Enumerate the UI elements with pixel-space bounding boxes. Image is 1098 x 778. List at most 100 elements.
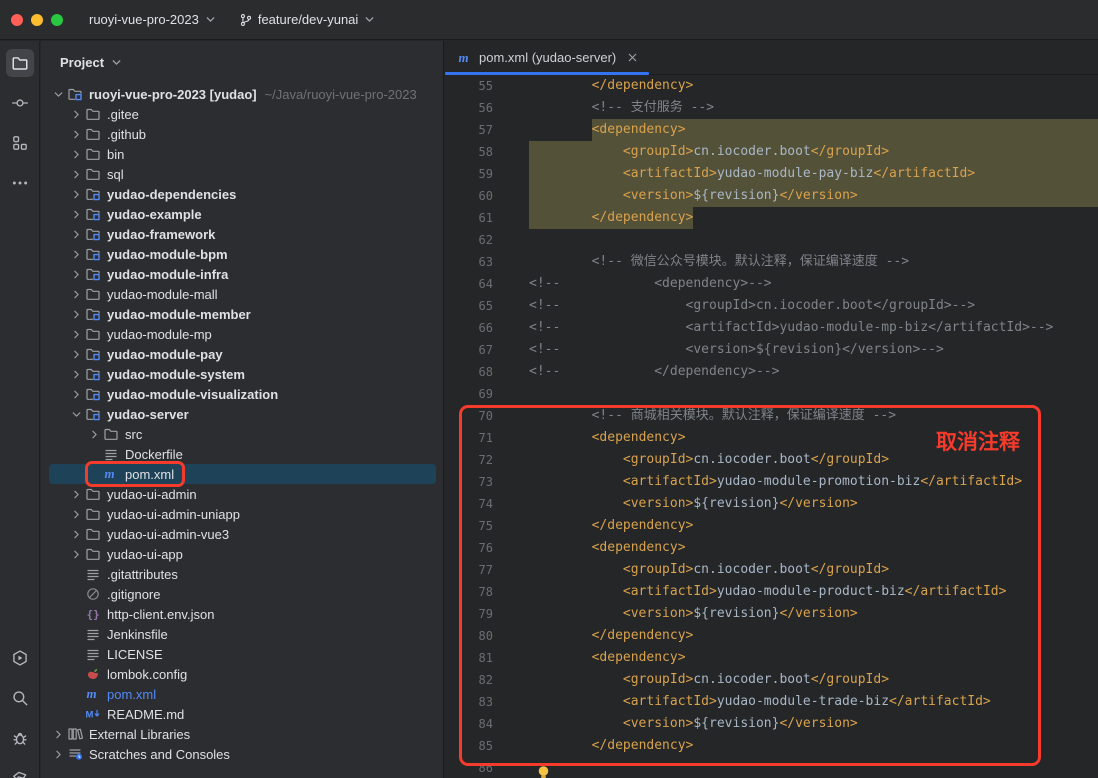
chevron-collapsed-icon[interactable]	[67, 306, 85, 322]
tree-item-sql[interactable]: sql	[49, 164, 436, 184]
tree-item-yudao-example[interactable]: yudao-example	[49, 204, 436, 224]
tree-item-gitattributes[interactable]: .gitattributes	[49, 564, 436, 584]
code-line-82[interactable]: 82<groupId>cn.iocoder.boot</groupId>	[445, 669, 1098, 691]
more-tools-button[interactable]	[6, 169, 34, 197]
tree-item-lombok-config[interactable]: lombok.config	[49, 664, 436, 684]
chevron-collapsed-icon[interactable]	[67, 186, 85, 202]
search-tool-button[interactable]	[6, 684, 34, 712]
code-line-60[interactable]: 60<version>${revision}</version>	[445, 185, 1098, 207]
tree-item-yudao-module-mall[interactable]: yudao-module-mall	[49, 284, 436, 304]
code-line-79[interactable]: 79<version>${revision}</version>	[445, 603, 1098, 625]
project-selector[interactable]: ruoyi-vue-pro-2023	[89, 12, 217, 27]
tree-item-pom-xml[interactable]: mpom.xml	[49, 464, 436, 484]
chevron-collapsed-icon[interactable]	[67, 106, 85, 122]
chevron-collapsed-icon[interactable]	[67, 166, 85, 182]
project-tool-button[interactable]	[6, 49, 34, 77]
code-line-62[interactable]: 62	[445, 229, 1098, 251]
minimize-window-button[interactable]	[31, 14, 43, 26]
tree-item-github[interactable]: .github	[49, 124, 436, 144]
tree-item-http-client-env-json[interactable]: {}http-client.env.json	[49, 604, 436, 624]
code-line-59[interactable]: 59<artifactId>yudao-module-pay-biz</arti…	[445, 163, 1098, 185]
chevron-collapsed-icon[interactable]	[67, 246, 85, 262]
chevron-collapsed-icon[interactable]	[67, 146, 85, 162]
debug-tool-button[interactable]	[6, 724, 34, 752]
tree-item-yudao-ui-app[interactable]: yudao-ui-app	[49, 544, 436, 564]
tree-item-yudao-dependencies[interactable]: yudao-dependencies	[49, 184, 436, 204]
lightbulb-icon[interactable]	[536, 765, 552, 778]
chevron-expanded-icon[interactable]	[49, 86, 67, 102]
chevron-collapsed-icon[interactable]	[67, 226, 85, 242]
tree-item-yudao-module-mp[interactable]: yudao-module-mp	[49, 324, 436, 344]
chevron-collapsed-icon[interactable]	[67, 266, 85, 282]
tree-item-yudao-module-system[interactable]: yudao-module-system	[49, 364, 436, 384]
code-line-70[interactable]: 70<!-- 商城相关模块。默认注释，保证编译速度 -->	[445, 405, 1098, 427]
code-line-76[interactable]: 76<dependency>	[445, 537, 1098, 559]
code-line-56[interactable]: 56<!-- 支付服务 -->	[445, 97, 1098, 119]
zoom-window-button[interactable]	[51, 14, 63, 26]
code-line-55[interactable]: 55</dependency>	[445, 75, 1098, 97]
code-line-74[interactable]: 74<version>${revision}</version>	[445, 493, 1098, 515]
structure-tool-button[interactable]	[6, 129, 34, 157]
close-tab-icon[interactable]	[626, 51, 639, 64]
code-line-83[interactable]: 83<artifactId>yudao-module-trade-biz</ar…	[445, 691, 1098, 713]
tree-item-yudao-module-bpm[interactable]: yudao-module-bpm	[49, 244, 436, 264]
code-line-80[interactable]: 80</dependency>	[445, 625, 1098, 647]
code-line-75[interactable]: 75</dependency>	[445, 515, 1098, 537]
tree-item-yudao-module-visualization[interactable]: yudao-module-visualization	[49, 384, 436, 404]
code-line-57[interactable]: 57<dependency>	[445, 119, 1098, 141]
tree-item-pom-xml[interactable]: mpom.xml	[49, 684, 436, 704]
tree-item-scratches-and-consoles[interactable]: Scratches and Consoles	[49, 744, 436, 764]
chevron-collapsed-icon[interactable]	[67, 366, 85, 382]
code-line-68[interactable]: 68<!-- </dependency>-->	[445, 361, 1098, 383]
code-line-73[interactable]: 73<artifactId>yudao-module-promotion-biz…	[445, 471, 1098, 493]
code-line-67[interactable]: 67<!-- <version>${revision}</version>-->	[445, 339, 1098, 361]
branch-selector[interactable]: feature/dev-yunai	[239, 12, 376, 27]
commit-tool-button[interactable]	[6, 89, 34, 117]
tree-item-external-libraries[interactable]: External Libraries	[49, 724, 436, 744]
tree-item-jenkinsfile[interactable]: Jenkinsfile	[49, 624, 436, 644]
tab-pom-xml[interactable]: m pom.xml (yudao-server)	[445, 41, 649, 74]
code-line-78[interactable]: 78<artifactId>yudao-module-product-biz</…	[445, 581, 1098, 603]
chevron-collapsed-icon[interactable]	[67, 326, 85, 342]
code-line-63[interactable]: 63<!-- 微信公众号模块。默认注释，保证编译速度 -->	[445, 251, 1098, 273]
code-line-85[interactable]: 85</dependency>	[445, 735, 1098, 757]
chevron-collapsed-icon[interactable]	[67, 526, 85, 542]
chevron-collapsed-icon[interactable]	[67, 286, 85, 302]
code-line-84[interactable]: 84<version>${revision}</version>	[445, 713, 1098, 735]
tree-item-dockerfile[interactable]: Dockerfile	[49, 444, 436, 464]
code-line-81[interactable]: 81<dependency>	[445, 647, 1098, 669]
tree-item-src[interactable]: src	[49, 424, 436, 444]
tree-item-ruoyi-vue-pro-2023-yudao[interactable]: ruoyi-vue-pro-2023 [yudao]~/Java/ruoyi-v…	[49, 84, 436, 104]
tree-item-readme-md[interactable]: MREADME.md	[49, 704, 436, 724]
chevron-collapsed-icon[interactable]	[49, 726, 67, 742]
chevron-collapsed-icon[interactable]	[67, 546, 85, 562]
tree-item-gitee[interactable]: .gitee	[49, 104, 436, 124]
code-line-64[interactable]: 64<!-- <dependency>-->	[445, 273, 1098, 295]
run-tool-button[interactable]	[6, 644, 34, 672]
close-window-button[interactable]	[11, 14, 23, 26]
code-line-77[interactable]: 77<groupId>cn.iocoder.boot</groupId>	[445, 559, 1098, 581]
build-tool-button[interactable]	[6, 764, 34, 778]
code-line-66[interactable]: 66<!-- <artifactId>yudao-module-mp-biz</…	[445, 317, 1098, 339]
chevron-collapsed-icon[interactable]	[67, 126, 85, 142]
tree-item-yudao-module-infra[interactable]: yudao-module-infra	[49, 264, 436, 284]
chevron-collapsed-icon[interactable]	[67, 386, 85, 402]
chevron-collapsed-icon[interactable]	[67, 346, 85, 362]
tree-item-yudao-module-pay[interactable]: yudao-module-pay	[49, 344, 436, 364]
chevron-collapsed-icon[interactable]	[49, 746, 67, 762]
chevron-collapsed-icon[interactable]	[85, 426, 103, 442]
chevron-collapsed-icon[interactable]	[67, 506, 85, 522]
code-line-61[interactable]: 61</dependency>	[445, 207, 1098, 229]
chevron-collapsed-icon[interactable]	[67, 486, 85, 502]
code-line-65[interactable]: 65<!-- <groupId>cn.iocoder.boot</groupId…	[445, 295, 1098, 317]
tree-item-license[interactable]: LICENSE	[49, 644, 436, 664]
chevron-expanded-icon[interactable]	[67, 406, 85, 422]
tree-item-yudao-module-member[interactable]: yudao-module-member	[49, 304, 436, 324]
tree-item-yudao-ui-admin[interactable]: yudao-ui-admin	[49, 484, 436, 504]
project-panel-header[interactable]: Project	[41, 41, 443, 84]
chevron-collapsed-icon[interactable]	[67, 206, 85, 222]
tree-item-yudao-ui-admin-vue3[interactable]: yudao-ui-admin-vue3	[49, 524, 436, 544]
tree-item-yudao-ui-admin-uniapp[interactable]: yudao-ui-admin-uniapp	[49, 504, 436, 524]
tree-item-bin[interactable]: bin	[49, 144, 436, 164]
tree-item-yudao-server[interactable]: yudao-server	[49, 404, 436, 424]
